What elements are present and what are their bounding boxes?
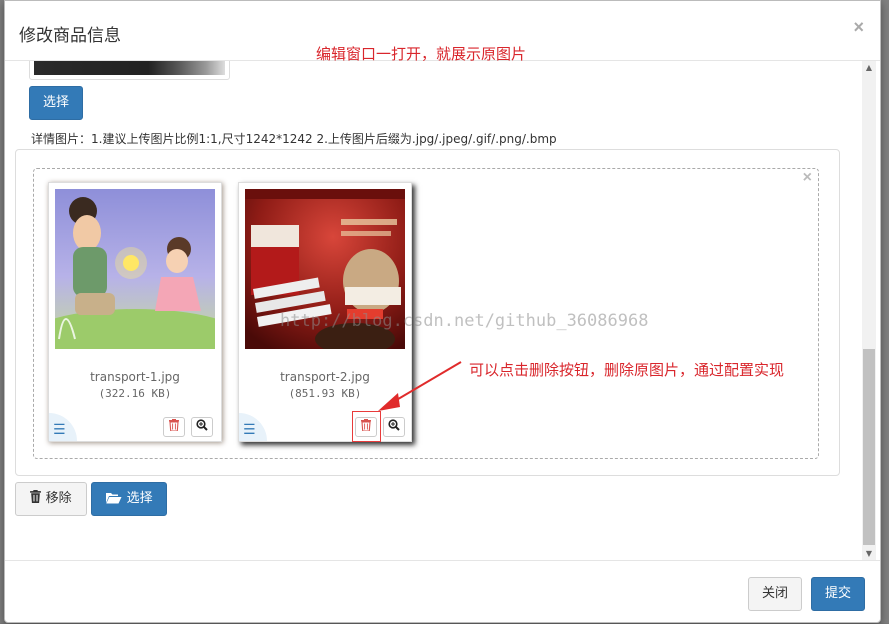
- submit-button[interactable]: 提交: [811, 577, 865, 611]
- modal-scrollbar[interactable]: ▲ ▼: [862, 61, 876, 560]
- main-image-preview: [34, 61, 225, 75]
- scroll-thumb[interactable]: [863, 349, 875, 545]
- backdrop-right: [881, 0, 889, 623]
- folder-open-icon: [105, 485, 122, 517]
- modal-close-icon[interactable]: ×: [853, 17, 864, 38]
- clear-preview-icon[interactable]: ×: [803, 169, 812, 187]
- modal-title: 修改商品信息: [19, 26, 121, 46]
- illustration-father-daughter: [55, 189, 215, 349]
- preview-file-name-1: transport-1.jpg: [90, 370, 180, 384]
- detail-image-hint: 详情图片：1.建议上传图片比例1:1,尺寸1242*1242 2.上传图片后缀为…: [31, 132, 557, 146]
- remove-button[interactable]: 移除: [15, 482, 87, 516]
- remove-button-label: 移除: [45, 491, 72, 506]
- scroll-down-arrow[interactable]: ▼: [862, 547, 876, 560]
- zoom-in-icon: [196, 419, 208, 431]
- close-button[interactable]: 关闭: [748, 577, 802, 611]
- delete-highlight-box: [352, 411, 381, 442]
- delete-button-1[interactable]: [163, 417, 185, 437]
- drag-handle-icon: ☰: [53, 422, 66, 438]
- main-image-thumbnail: [29, 61, 230, 80]
- annotation-delete-hint: 可以点击删除按钮，删除原图片，通过配置实现: [469, 361, 785, 379]
- modal-body: 选择 详情图片：1.建议上传图片比例1:1,尺寸1242*1242 2.上传图片…: [5, 61, 880, 561]
- trash-icon: [169, 419, 179, 432]
- preview-frame-1: transport-1.jpg (322.16 KB) ☰: [48, 182, 222, 442]
- preview-image-1: [55, 189, 215, 349]
- browse-button-label: 选择: [126, 491, 153, 506]
- scroll-up-arrow[interactable]: ▲: [862, 61, 876, 75]
- drag-handle-1[interactable]: ☰: [49, 413, 77, 441]
- drag-handle-icon: ☰: [243, 422, 256, 438]
- preview-file-size-1: (322.16 KB): [98, 387, 172, 400]
- edit-product-modal: 修改商品信息 × 编辑窗口一打开，就展示原图片 选择 详情图片：1.建议上传图片…: [4, 0, 881, 623]
- zoom-button-1[interactable]: [191, 417, 213, 437]
- trash-icon: [30, 484, 42, 516]
- main-image-select-button[interactable]: 选择: [29, 86, 83, 120]
- drag-handle-2[interactable]: ☰: [239, 413, 267, 441]
- zoom-button-2[interactable]: [383, 417, 405, 437]
- modal-footer: 关闭 提交: [5, 561, 880, 624]
- preview-file-name-2: transport-2.jpg: [280, 370, 370, 384]
- preview-file-size-2: (851.93 KB): [288, 387, 362, 400]
- browse-button[interactable]: 选择: [91, 482, 167, 516]
- zoom-in-icon: [388, 419, 400, 431]
- watermark: http://blog.csdn.net/github_36086968: [280, 311, 649, 331]
